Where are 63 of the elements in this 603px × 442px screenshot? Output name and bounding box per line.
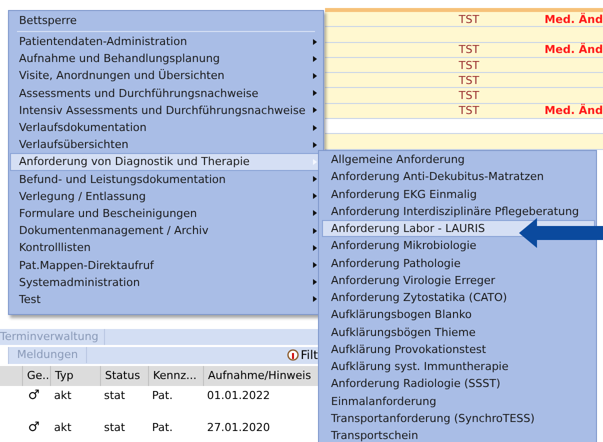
submenu-arrow-icon (313, 107, 317, 114)
menu-item[interactable]: Aufklärung syst. Immuntherapie (322, 358, 595, 376)
menu-item[interactable]: Aufklärungsbögen Thieme (322, 324, 595, 341)
table-cell-text: akt (53, 420, 72, 436)
table-row[interactable]: TST Med. Änd (325, 104, 603, 120)
table-row[interactable]: TST Med. Änd (325, 42, 603, 58)
table-row[interactable]: TST (325, 73, 603, 88)
menu-item[interactable]: Anforderung Interdisziplinäre Pflegeberatung (322, 202, 595, 220)
menu-item[interactable]: Assessments und Durchführungsnachweise (10, 84, 322, 102)
male-icon: ♂ (22, 420, 50, 436)
table-cell: TST (458, 89, 480, 102)
menu-item[interactable]: Anforderung EKG Einmalig (322, 186, 595, 203)
male-icon: ♂ (22, 388, 50, 404)
table-cell-text: Pat. (151, 388, 174, 404)
menu-item[interactable]: Transportschein (322, 427, 595, 442)
table-row[interactable] (325, 27, 603, 43)
column-header[interactable]: Ge.. (22, 366, 50, 386)
menu-item[interactable]: Aufnahme und Behandlungsplanung (10, 50, 322, 68)
menu-item[interactable]: Allgemeine Anforderung (322, 151, 595, 168)
gauge-icon (286, 349, 299, 362)
table-cell: TST (458, 104, 480, 118)
arrow-icon (519, 218, 603, 248)
menu-item[interactable]: Anforderung Anti-Dekubitus-Matratzen (322, 168, 595, 186)
menu-item[interactable]: Bettsperre (10, 11, 322, 30)
menu-item[interactable]: Patientendaten-Administration (10, 33, 322, 50)
table-cell-text: Pat. (151, 420, 174, 436)
submenu-arrow-icon (313, 56, 317, 62)
menu-item[interactable]: Einmalanforderung (322, 392, 595, 410)
menu-item[interactable]: Visite, Anordnungen und Übersichten (10, 67, 322, 85)
submenu-arrow-icon (313, 90, 317, 96)
menu-item[interactable]: Anforderung Radiologie (SSST) (322, 375, 595, 392)
table-cell: TST (458, 43, 480, 56)
table-row[interactable]: TST Med. Änd (325, 12, 603, 28)
table-cell-text: stat (103, 420, 126, 436)
submenu-arrow-icon (313, 72, 317, 79)
filter-button[interactable]: Filt (286, 348, 318, 362)
menu-item[interactable]: Anforderung Zytostatika (CATO) (322, 289, 595, 306)
table-cell-text: stat (103, 388, 126, 404)
column-header[interactable]: Status (100, 366, 148, 386)
table-row[interactable]: TST (325, 58, 603, 74)
column-header[interactable]: Typ (50, 366, 100, 386)
table-row[interactable] (325, 134, 603, 150)
menu-item[interactable]: Aufklärung Provokationstest (322, 340, 595, 358)
table-cell-text: akt (53, 388, 72, 404)
table-cell: Med. Änd (544, 43, 603, 56)
submenu-arrow-icon (313, 38, 317, 45)
table-cell: TST (458, 58, 480, 72)
menu-item[interactable]: Anforderung Virologie Erreger (322, 272, 595, 289)
table-cell-text: 27.01.2020 (206, 420, 271, 436)
table-cell: Med. Änd (544, 12, 603, 26)
menu-item[interactable]: Anforderung Pathologie (322, 254, 595, 272)
column-header[interactable]: Kennz... (148, 366, 203, 386)
table-cell-text: 01.01.2022 (206, 388, 271, 404)
menu-item[interactable]: Aufklärungsbogen Blanko (322, 306, 595, 324)
table-cell: TST (458, 12, 480, 26)
table-cell: TST (458, 74, 480, 87)
menu-item[interactable]: Anforderung Mikrobiologie (322, 237, 595, 254)
table-cell: Med. Änd (544, 104, 603, 118)
table-row[interactable]: TST (325, 88, 603, 104)
menu-item[interactable]: Transportanforderung (SynchroTESS) (322, 410, 595, 427)
menu-item[interactable]: Verlaufsdokumentation (10, 118, 322, 136)
menu-item[interactable]: Intensiv Assessments und Durchführungsnachweise (10, 102, 322, 119)
submenu-arrow-icon (313, 124, 317, 131)
